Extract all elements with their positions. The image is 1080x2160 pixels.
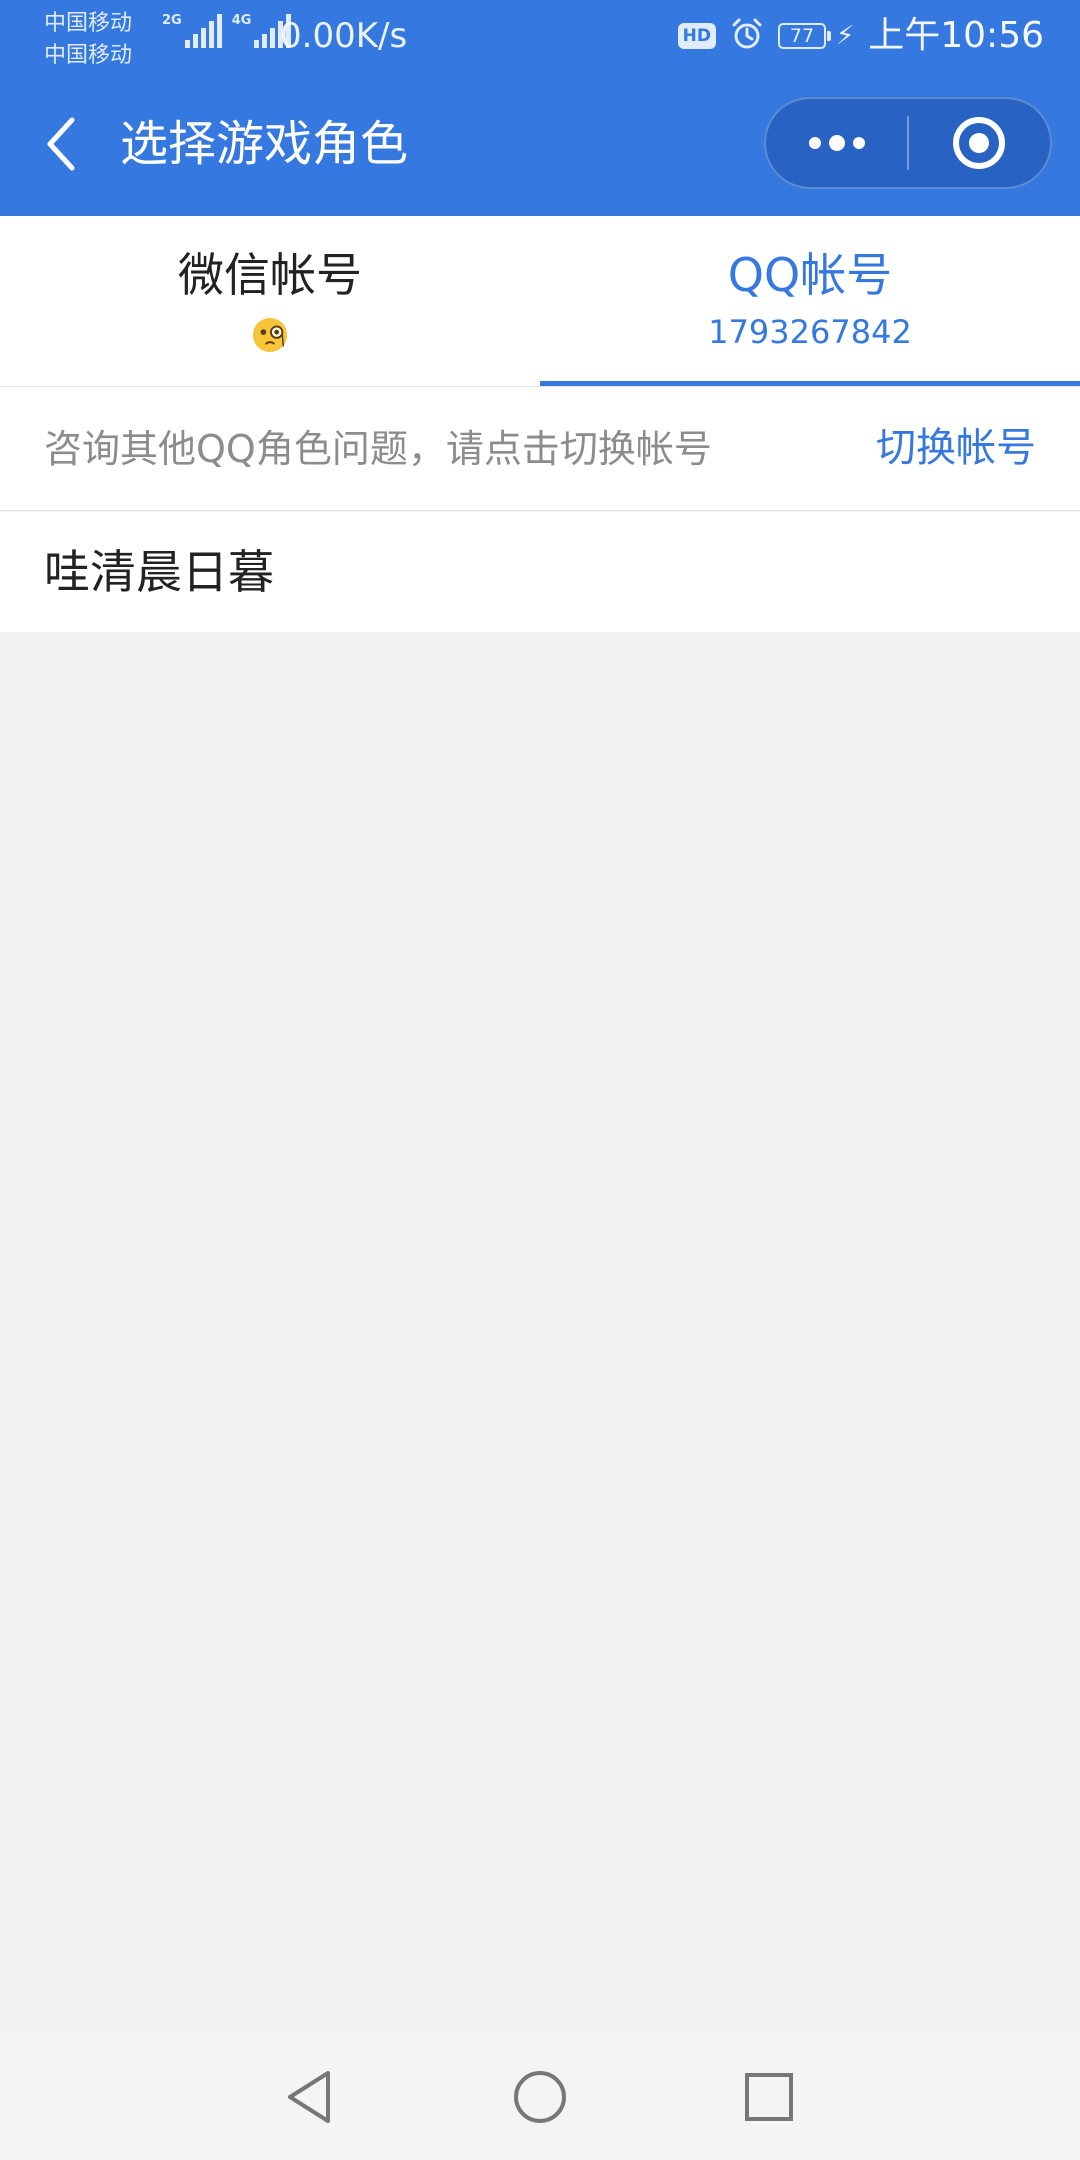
tab-wechat-label: 微信帐号 bbox=[178, 248, 362, 302]
list-item[interactable]: 哇清晨日暮 bbox=[0, 512, 1080, 632]
nav-home-button[interactable] bbox=[505, 2062, 575, 2132]
back-button[interactable] bbox=[30, 106, 90, 182]
charging-icon: ⚡ bbox=[835, 21, 855, 51]
status-right: HD 77 ⚡ 上午10:56 bbox=[677, 14, 1044, 58]
network-speed: 0.00K/s bbox=[280, 16, 408, 56]
carrier-1: 中国移动 bbox=[44, 11, 133, 36]
chevron-left-icon bbox=[47, 117, 75, 171]
role-list: 哇清晨日暮 bbox=[0, 512, 1080, 632]
more-dots-icon bbox=[808, 135, 865, 151]
tab-qq-label: QQ帐号 bbox=[727, 248, 893, 302]
target-circle-icon bbox=[953, 117, 1006, 169]
status-bar: 中国移动 中国移动 2G 4G 0.00K/s HD 77 ⚡ 上午10:56 bbox=[0, 0, 1080, 72]
nav-back-button[interactable] bbox=[274, 2062, 344, 2132]
carrier-info: 中国移动 中国移动 bbox=[44, 8, 132, 72]
more-button[interactable] bbox=[766, 99, 907, 187]
active-tab-indicator bbox=[540, 381, 1080, 386]
signal-indicators: 2G 4G bbox=[162, 14, 292, 48]
miniprogram-capsule bbox=[764, 97, 1052, 189]
system-nav-bar bbox=[0, 2034, 1080, 2160]
switch-account-link[interactable]: 切换帐号 bbox=[876, 423, 1036, 473]
notice-text: 咨询其他QQ角色问题，请点击切换帐号 bbox=[44, 427, 712, 471]
tab-wechat[interactable]: 微信帐号 bbox=[0, 216, 540, 386]
switch-account-notice: 咨询其他QQ角色问题，请点击切换帐号 切换帐号 bbox=[0, 387, 1080, 511]
tab-qq[interactable]: QQ帐号 1793267842 bbox=[540, 216, 1080, 386]
nav-recents-button[interactable] bbox=[734, 2062, 804, 2132]
hd-icon: HD bbox=[677, 23, 716, 49]
qq-account-number: 1793267842 bbox=[708, 313, 912, 351]
alarm-icon bbox=[730, 17, 764, 55]
battery-icon: 77 bbox=[777, 23, 831, 49]
top-bar: 中国移动 中国移动 2G 4G 0.00K/s HD 77 ⚡ 上午10:56 … bbox=[0, 0, 1080, 216]
square-recents-icon bbox=[745, 2073, 793, 2121]
close-miniprogram-button[interactable] bbox=[909, 99, 1050, 187]
nav-bar: 选择游戏角色 bbox=[0, 72, 1080, 216]
signal-2g-icon: 2G bbox=[162, 14, 222, 48]
account-tabs: 微信帐号 QQ帐号 1793267842 bbox=[0, 216, 1080, 387]
page-title: 选择游戏角色 bbox=[120, 116, 409, 172]
monocle-face-icon bbox=[252, 317, 288, 353]
circle-home-icon bbox=[514, 2071, 566, 2123]
carrier-2: 中国移动 bbox=[44, 43, 133, 68]
page: 中国移动 中国移动 2G 4G 0.00K/s HD 77 ⚡ 上午10:56 … bbox=[0, 0, 1080, 2160]
clock: 上午10:56 bbox=[868, 15, 1044, 56]
triangle-back-icon bbox=[288, 2071, 330, 2123]
